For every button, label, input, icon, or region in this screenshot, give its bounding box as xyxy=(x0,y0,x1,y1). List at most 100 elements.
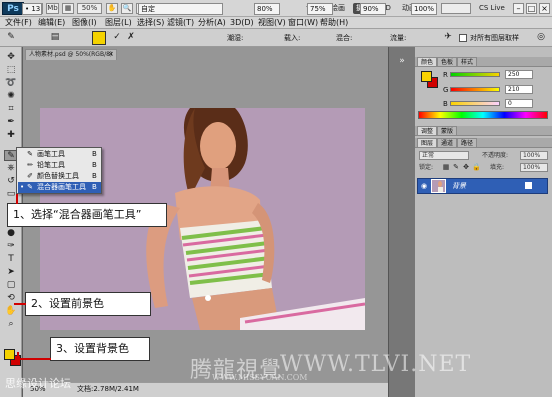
tab-layers[interactable]: 图层 xyxy=(417,138,438,147)
flyout-item-label: 混合器画笔工具 xyxy=(37,183,86,191)
move-tool-icon[interactable]: ✥ xyxy=(4,52,18,63)
flyout-item-color-replace[interactable]: ✐ 颜色替换工具 B xyxy=(18,171,101,182)
blue-value[interactable]: 0 xyxy=(505,99,533,108)
layer-name[interactable]: 背景 xyxy=(452,181,466,191)
menu-3d[interactable]: 3D(D) xyxy=(230,18,254,28)
menu-help[interactable]: 帮助(H) xyxy=(320,18,348,28)
menu-window[interactable]: 窗口(W) xyxy=(288,18,318,28)
lock-position-icon[interactable]: ✥ xyxy=(462,162,470,173)
selected-bullet-icon: • xyxy=(20,183,25,191)
wetness-field[interactable]: 80% xyxy=(254,3,280,15)
load-field[interactable]: 75% xyxy=(307,3,333,15)
quick-select-tool-icon[interactable]: ✺ xyxy=(4,91,18,102)
tab-channels[interactable]: 通道 xyxy=(437,138,458,147)
menu-view[interactable]: 视图(V) xyxy=(258,18,286,28)
callout-arrow-3b xyxy=(17,358,51,360)
blend-mode-select[interactable]: 正常 xyxy=(419,151,469,160)
type-tool-icon[interactable]: T xyxy=(4,254,18,265)
tab-swatches[interactable]: 色板 xyxy=(437,57,458,66)
lasso-tool-icon[interactable]: ➰ xyxy=(4,78,18,89)
search-field[interactable] xyxy=(441,3,471,14)
callout-step-1: 1、选择“混合器画笔工具” xyxy=(7,203,167,227)
zoom-level-select[interactable]: 50% xyxy=(77,3,102,14)
sample-all-layers-checkbox[interactable] xyxy=(459,34,467,42)
watermark-brand-cn: 腾龍視覺 xyxy=(190,358,283,383)
hand-tool-icon[interactable]: ✋ xyxy=(4,306,18,317)
hand-icon[interactable]: ✋ xyxy=(106,3,118,14)
crop-tool-icon[interactable]: ⌗ xyxy=(4,104,18,115)
mix-field[interactable]: 90% xyxy=(360,3,386,15)
tablet-pressure-icon[interactable]: ◎ xyxy=(534,32,548,43)
green-label: G xyxy=(443,86,449,94)
pen-tool-icon[interactable]: ✑ xyxy=(4,241,18,252)
airbrush-icon[interactable]: ✈ xyxy=(441,32,455,43)
flyout-item-label: 铅笔工具 xyxy=(37,161,65,169)
eyedropper-tool-icon[interactable]: ✒ xyxy=(4,117,18,128)
shape-tool-icon[interactable]: ▢ xyxy=(4,280,18,291)
clean-brush-icon[interactable]: ✗ xyxy=(124,32,138,43)
menu-filter[interactable]: 滤镜(T) xyxy=(167,18,194,28)
flow-label: 流量: xyxy=(390,34,407,42)
flyout-item-pencil[interactable]: ✏ 铅笔工具 B xyxy=(18,160,101,171)
mixer-brush-icon: ✎ xyxy=(27,183,33,191)
path-select-tool-icon[interactable]: ➤ xyxy=(4,267,18,278)
opacity-field[interactable]: 100% xyxy=(520,151,548,160)
blend-preset-select[interactable]: 自定 xyxy=(138,3,223,15)
tab-color[interactable]: 颜色 xyxy=(417,57,438,66)
dodge-tool-icon[interactable]: ● xyxy=(4,228,18,239)
brush-size-picker[interactable]: • 13 xyxy=(22,3,42,15)
minibridge-icon[interactable]: Mb xyxy=(46,3,59,14)
healing-tool-icon[interactable]: ✚ xyxy=(4,130,18,141)
flow-field[interactable]: 100% xyxy=(411,3,437,15)
load-brush-icon[interactable]: ✓ xyxy=(110,32,124,43)
green-value[interactable]: 210 xyxy=(505,85,533,94)
zoom-icon[interactable]: 🔍 xyxy=(121,3,133,14)
lock-all-icon[interactable]: 🔒 xyxy=(472,162,481,173)
brush-icon: ✎ xyxy=(27,150,33,158)
photoshop-logo: Ps xyxy=(2,2,24,15)
menu-select[interactable]: 选择(S) xyxy=(137,18,164,28)
menu-image[interactable]: 图像(I) xyxy=(72,18,97,28)
menu-analysis[interactable]: 分析(A) xyxy=(198,18,226,28)
callout-step-2: 2、设置前景色 xyxy=(25,292,151,316)
visibility-eye-icon[interactable]: ◉ xyxy=(419,182,429,190)
tab-adjustments[interactable]: 调整 xyxy=(417,126,438,135)
guides-icon[interactable]: ▦ xyxy=(62,3,74,14)
lock-pixels-icon[interactable]: ✎ xyxy=(452,162,460,173)
close-button[interactable]: × xyxy=(539,3,550,14)
red-slider[interactable] xyxy=(450,72,500,77)
zoom-tool-icon[interactable]: ⌕ xyxy=(4,319,18,330)
color-panel-foreground[interactable] xyxy=(421,71,432,82)
tab-styles[interactable]: 样式 xyxy=(457,57,478,66)
current-load-swatch[interactable] xyxy=(92,31,106,45)
green-slider[interactable] xyxy=(450,87,500,92)
menu-layer[interactable]: 图层(L) xyxy=(105,18,132,28)
cs-live-button[interactable]: CS Live xyxy=(479,3,505,14)
fill-field[interactable]: 100% xyxy=(520,163,548,172)
menu-edit[interactable]: 编辑(E) xyxy=(38,18,65,28)
tab-masks[interactable]: 蒙版 xyxy=(437,126,458,135)
document-close-icon[interactable]: × xyxy=(108,49,114,59)
minimize-button[interactable]: – xyxy=(513,3,524,14)
wetness-label: 潮湿: xyxy=(227,34,244,42)
flyout-item-mixer-brush[interactable]: • ✎ 混合器画笔工具 B xyxy=(18,182,101,193)
panel-collapse-icon[interactable]: » xyxy=(395,56,409,67)
maximize-button[interactable]: □ xyxy=(526,3,537,14)
marquee-tool-icon[interactable]: ⬚ xyxy=(4,65,18,76)
tool-preset-picker[interactable]: ✎ xyxy=(4,32,18,43)
red-value[interactable]: 250 xyxy=(505,70,533,79)
brush-tool-flyout: ✎ 画笔工具 B ✏ 铅笔工具 B ✐ 颜色替换工具 B • ✎ 混合器画笔工具… xyxy=(16,147,102,194)
menu-file[interactable]: 文件(F) xyxy=(5,18,32,28)
foreground-color-swatch[interactable] xyxy=(4,349,15,360)
blue-slider[interactable] xyxy=(450,101,500,106)
brush-panel-toggle-icon[interactable]: ▤ xyxy=(48,32,62,43)
lock-transparent-icon[interactable]: ▦ xyxy=(442,162,450,173)
document-tab[interactable]: 人物素材.psd @ 50%(RGB/8) xyxy=(25,49,117,60)
sample-all-layers-label: 对所有图层取样 xyxy=(470,34,519,42)
flyout-item-brush[interactable]: ✎ 画笔工具 B xyxy=(18,149,101,160)
red-label: R xyxy=(443,71,448,79)
pencil-icon: ✏ xyxy=(27,161,33,169)
color-spectrum-bar[interactable] xyxy=(418,111,548,119)
layer-thumbnail-image xyxy=(438,181,443,192)
tab-paths[interactable]: 路径 xyxy=(457,138,478,147)
